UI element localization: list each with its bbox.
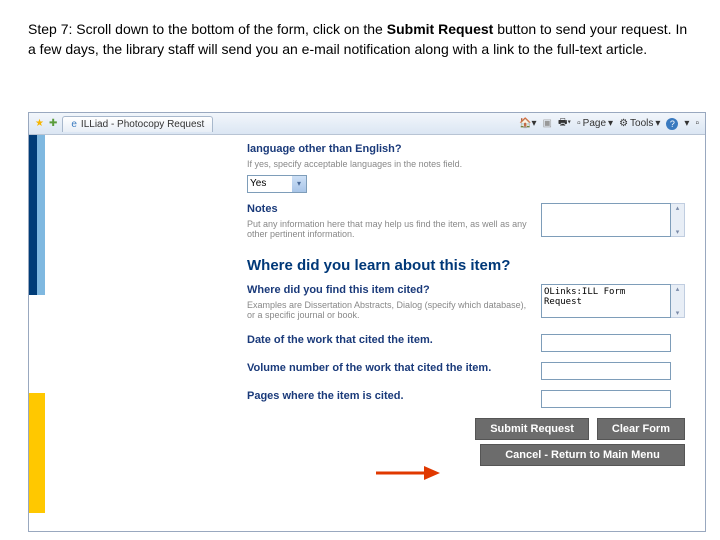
language-question: language other than English? [247, 143, 691, 155]
maximize-icon[interactable]: ▫ [695, 118, 699, 129]
cited-help: Examples are Dissertation Abstracts, Dia… [247, 300, 531, 320]
volume-input[interactable] [541, 362, 671, 380]
scrollbar[interactable]: ▴▾ [671, 203, 685, 237]
scrollbar[interactable]: ▴▾ [671, 284, 685, 318]
submit-request-button[interactable]: Submit Request [475, 418, 589, 440]
page-menu[interactable]: ▫ Page ▾ [577, 118, 613, 129]
browser-toolbar: ★ ✚ e ILLiad - Photocopy Request 🏠▾ ▣ 🖶▾… [29, 113, 705, 135]
print-icon[interactable]: 🖶▾ [558, 115, 571, 132]
chevron-down-icon: ▾ [292, 176, 306, 192]
form-content: language other than English? If yes, spe… [239, 135, 705, 531]
add-favorite-icon[interactable]: ✚ [49, 118, 57, 129]
annotation-arrow-icon [374, 464, 442, 482]
instruction-text: Step 7: Scroll down to the bottom of the… [0, 0, 720, 69]
favorite-star-icon[interactable]: ★ [35, 118, 44, 129]
date-input[interactable] [541, 334, 671, 352]
notes-textarea[interactable] [541, 203, 671, 237]
tab-title: ILLiad - Photocopy Request [81, 119, 204, 130]
browser-tab[interactable]: e ILLiad - Photocopy Request [62, 116, 213, 132]
date-label: Date of the work that cited the item. [247, 334, 531, 346]
language-value: Yes [250, 178, 266, 189]
pages-label: Pages where the item is cited. [247, 390, 531, 402]
sidebar-decoration [29, 393, 45, 513]
instruction-bold: Submit Request [387, 21, 494, 37]
pages-input[interactable] [541, 390, 671, 408]
feed-icon[interactable]: ▣ [543, 118, 552, 129]
cited-textarea[interactable] [541, 284, 671, 318]
cited-label: Where did you find this item cited? [247, 284, 531, 296]
notes-help: Put any information here that may help u… [247, 219, 531, 239]
tools-menu[interactable]: ⚙ Tools ▾ [619, 118, 660, 129]
ie-icon: e [71, 119, 77, 130]
language-help: If yes, specify acceptable languages in … [247, 159, 691, 169]
help-icon[interactable]: ? [666, 118, 678, 130]
language-select[interactable]: Yes ▾ [247, 175, 307, 193]
section-heading: Where did you learn about this item? [247, 257, 691, 274]
clear-form-button[interactable]: Clear Form [597, 418, 685, 440]
notes-label: Notes [247, 203, 531, 215]
sidebar-decoration [29, 135, 37, 295]
volume-label: Volume number of the work that cited the… [247, 362, 531, 374]
browser-window: ★ ✚ e ILLiad - Photocopy Request 🏠▾ ▣ 🖶▾… [28, 112, 706, 532]
cancel-button[interactable]: Cancel - Return to Main Menu [480, 444, 685, 466]
sidebar-decoration [37, 135, 45, 295]
home-icon[interactable]: 🏠▾ [519, 118, 536, 129]
instruction-prefix: Step 7: Scroll down to the bottom of the… [28, 21, 387, 37]
